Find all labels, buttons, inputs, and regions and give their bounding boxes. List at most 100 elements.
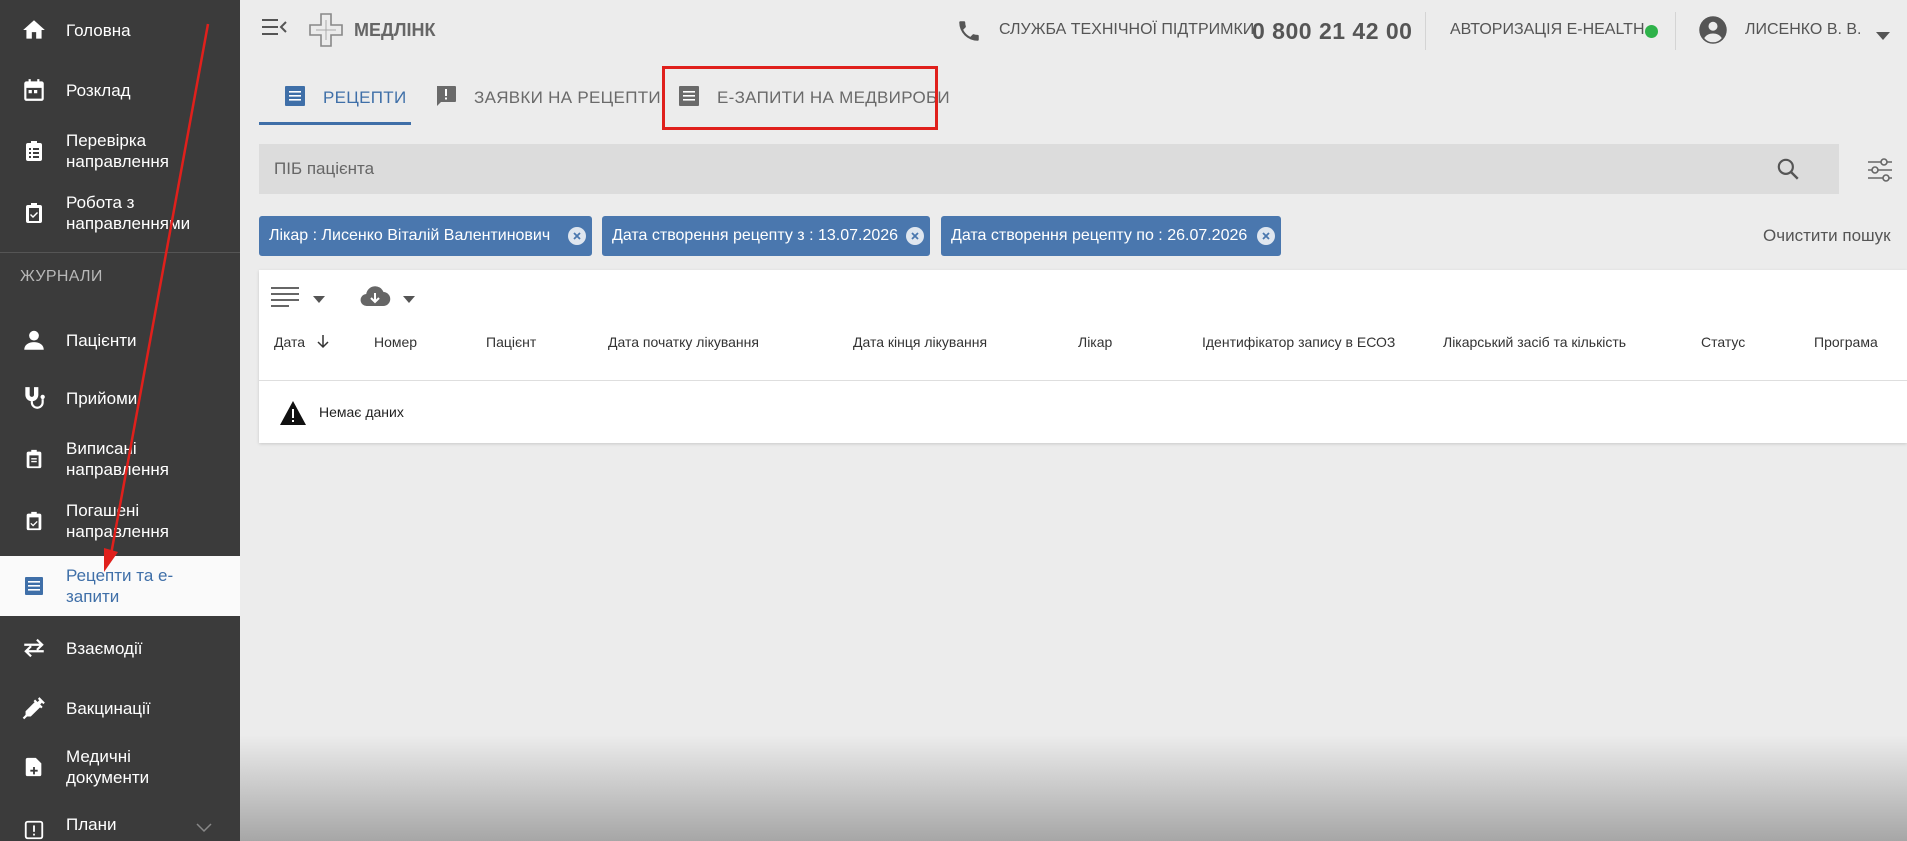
annotation-highlight-box [662, 66, 938, 130]
sidebar-item-label: Робота з направленнями [66, 193, 191, 233]
sidebar-item-plans[interactable]: Плани [0, 810, 240, 841]
sidebar-item-label: Розклад [66, 80, 131, 100]
sidebar-item-redeemed-referrals[interactable]: Погашені направлення [0, 498, 240, 544]
tab-label: РЕЦЕПТИ [323, 88, 407, 107]
sidebar-item-label: Головна [66, 20, 131, 40]
column-header-status[interactable]: Статус [1701, 334, 1745, 350]
sidebar-item-schedule[interactable]: Розклад [0, 68, 240, 112]
chip-label: Лікар : Лисенко Віталій Валентинович [269, 227, 551, 244]
top-header: МЕДЛІНК СЛУЖБА ТЕХНІЧНОЇ ПІДТРИМКИ 0 800… [240, 0, 1907, 62]
column-header-number[interactable]: Номер [374, 334, 417, 350]
chevron-down-icon [196, 820, 212, 838]
sidebar-section-journals: ЖУРНАЛИ [20, 268, 103, 285]
support-phone: 0 800 21 42 00 [1252, 18, 1413, 44]
sidebar-item-vaccinations[interactable]: Вакцинації [0, 686, 240, 730]
sidebar: Головна Розклад Перевірка направлення Ро… [0, 0, 240, 841]
clear-search-link[interactable]: Очистити пошук [1763, 226, 1891, 246]
cloud-download-icon [359, 285, 391, 314]
stethoscope-icon [20, 384, 48, 412]
sidebar-item-label: Взаємодії [66, 638, 143, 658]
sidebar-item-prescriptions[interactable]: Рецепти та е-запити [0, 556, 240, 616]
plans-icon [20, 816, 48, 841]
patient-search-input[interactable] [259, 144, 1759, 194]
chip-label: Дата створення рецепту по : 26.07.2026 [951, 227, 1248, 244]
sidebar-item-referrals-work[interactable]: Робота з направленнями [0, 190, 240, 236]
clipboard-icon [20, 199, 48, 227]
search-icon[interactable] [1775, 156, 1801, 182]
user-name[interactable]: ЛИСЕНКО В. В. [1745, 21, 1862, 39]
column-header-doctor[interactable]: Лікар [1078, 334, 1112, 350]
sidebar-item-label: Плани [66, 815, 117, 834]
header-divider [1675, 12, 1676, 50]
empty-state-text: Немає даних [319, 404, 404, 420]
sidebar-item-label: Прийоми [66, 388, 138, 408]
clipboard-done-icon [20, 507, 48, 535]
support-label: СЛУЖБА ТЕХНІЧНОЇ ПІДТРИМКИ [999, 21, 1255, 38]
logo-icon [308, 12, 344, 53]
caret-down-icon[interactable] [1876, 27, 1890, 45]
sidebar-item-appointments[interactable]: Прийоми [0, 376, 240, 420]
download-menu-button[interactable] [359, 284, 415, 314]
sidebar-item-issued-referrals[interactable]: Виписані направлення [0, 436, 240, 482]
prescriptions-table: Дата Номер Пацієнт Дата початку лікуванн… [259, 270, 1907, 443]
chip-remove-icon[interactable] [568, 227, 586, 245]
chip-label: Дата створення рецепту з : 13.07.2026 [612, 227, 899, 244]
list-icon [20, 572, 48, 600]
menu-collapse-icon[interactable] [262, 16, 288, 43]
sidebar-item-label: Перевірка направлення [66, 131, 169, 171]
syringe-icon [20, 694, 48, 722]
column-header-treatment-end[interactable]: Дата кінця лікування [853, 334, 987, 350]
warning-icon [279, 400, 307, 426]
sort-down-icon [317, 334, 329, 352]
filter-chip-doctor: Лікар : Лисенко Віталій Валентинович [259, 216, 592, 256]
list-icon [283, 84, 307, 113]
column-header-label: Дата [274, 334, 306, 350]
bottom-shadow-overlay [240, 735, 1907, 841]
calendar-icon [20, 76, 48, 104]
swap-icon [20, 634, 48, 662]
column-header-date[interactable]: Дата [274, 334, 329, 352]
filter-settings-icon[interactable] [1865, 155, 1895, 185]
sidebar-item-medical-documents[interactable]: Медичні документи [0, 744, 240, 790]
logo-text: МЕДЛІНК [354, 20, 436, 40]
tab-prescriptions[interactable]: РЕЦЕПТИ [283, 70, 407, 126]
home-icon [20, 16, 48, 44]
sidebar-item-interactions[interactable]: Взаємодії [0, 626, 240, 670]
column-header-treatment-start[interactable]: Дата початку лікування [608, 334, 759, 350]
person-icon [20, 326, 48, 354]
header-separator [259, 380, 1907, 381]
caret-down-icon [313, 290, 325, 308]
phone-icon [956, 18, 982, 49]
chip-remove-icon[interactable] [906, 227, 924, 245]
search-bar [259, 144, 1839, 194]
filter-chip-date-from: Дата створення рецепту з : 13.07.2026 [602, 216, 930, 256]
sidebar-item-label: Пацієнти [66, 330, 137, 350]
sidebar-item-label: Вакцинації [66, 698, 151, 718]
clipboard-check-icon [20, 137, 48, 165]
filter-chip-date-to: Дата створення рецепту по : 26.07.2026 [941, 216, 1281, 256]
column-header-program[interactable]: Програма [1814, 334, 1878, 350]
chip-remove-icon[interactable] [1257, 227, 1275, 245]
sidebar-item-patients[interactable]: Пацієнти [0, 318, 240, 362]
tab-label: ЗАЯВКИ НА РЕЦЕПТИ [474, 88, 661, 107]
sidebar-item-label: Рецепти та е-запити [66, 566, 174, 606]
sidebar-item-label: Медичні документи [66, 747, 150, 787]
document-plus-icon [20, 753, 48, 781]
sidebar-item-referral-check[interactable]: Перевірка направлення [0, 128, 240, 174]
sidebar-divider [0, 252, 240, 253]
sidebar-item-label: Виписані направлення [66, 439, 169, 479]
column-header-medication[interactable]: Лікарський засіб та кількість [1443, 334, 1626, 350]
alert-box-icon [434, 84, 458, 113]
active-tab-indicator [259, 122, 411, 125]
sidebar-item-home[interactable]: Головна [0, 8, 240, 52]
user-avatar-icon[interactable] [1698, 15, 1728, 50]
clipboard-list-icon [20, 445, 48, 473]
caret-down-icon [403, 290, 415, 308]
sidebar-item-label: Погашені направлення [66, 501, 169, 541]
column-header-patient[interactable]: Пацієнт [486, 334, 536, 350]
ehealth-auth-label[interactable]: АВТОРИЗАЦІЯ E-HEALTH [1450, 21, 1645, 39]
tab-prescription-requests[interactable]: ЗАЯВКИ НА РЕЦЕПТИ [434, 70, 661, 126]
columns-menu-button[interactable] [271, 284, 325, 314]
column-header-ehealth-id[interactable]: Ідентифікатор запису в ЕСОЗ [1202, 334, 1395, 350]
header-divider [1425, 12, 1426, 50]
